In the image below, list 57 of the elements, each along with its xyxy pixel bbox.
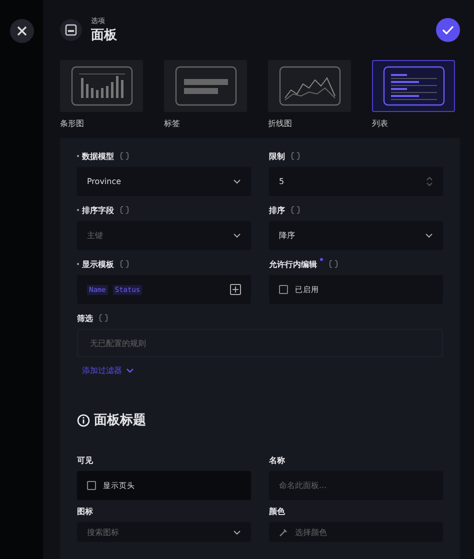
checkbox[interactable] xyxy=(279,285,288,294)
info-icon xyxy=(77,414,90,426)
label-icon xyxy=(174,66,236,106)
add-filter-link[interactable]: 添加过滤器 xyxy=(77,365,134,376)
field-label: 筛选 xyxy=(77,312,93,324)
panel-type-label: 标签 xyxy=(164,118,181,129)
variable-icon xyxy=(120,206,129,214)
section-heading: 面板标题 xyxy=(94,412,146,429)
color-field[interactable]: 选择颜色 xyxy=(269,522,443,542)
field-label: 图标 xyxy=(77,506,93,516)
variable-icon xyxy=(291,206,300,214)
header-title: 面板 xyxy=(91,27,118,44)
line-chart-icon xyxy=(278,66,340,106)
chevron-down-icon xyxy=(425,233,433,238)
field-label: 数据模型 xyxy=(82,150,114,162)
close-icon xyxy=(16,26,26,36)
field-label: 排序字段 xyxy=(82,204,114,216)
empty-rules-box: 无已配置的规则 xyxy=(77,329,443,357)
check-icon xyxy=(442,25,454,35)
add-icon xyxy=(230,284,241,295)
panel-type-label: 折线图 xyxy=(268,118,293,129)
field-label: 限制 xyxy=(269,150,285,162)
stepper-icon xyxy=(426,176,433,187)
variable-icon xyxy=(120,260,129,268)
variable-icon xyxy=(329,260,338,268)
field-label: 允许行内编辑 xyxy=(269,258,317,270)
panel-type-card[interactable] xyxy=(164,60,247,112)
field-label: 可见 xyxy=(77,454,93,466)
number-field[interactable]: 5 xyxy=(269,167,443,196)
field-label: 名称 xyxy=(269,454,285,466)
select-field[interactable]: 降序 xyxy=(269,221,443,250)
select-field[interactable]: 主键 xyxy=(77,221,251,250)
chevron-down-icon xyxy=(126,368,134,373)
variable-icon xyxy=(120,152,129,160)
chevron-down-icon xyxy=(233,233,241,238)
chevron-down-icon xyxy=(233,179,241,184)
panel-type-card[interactable] xyxy=(60,60,143,112)
panel-type-label: 列表 xyxy=(372,118,389,129)
panel-type-label: 条形图 xyxy=(60,118,85,129)
list-icon xyxy=(382,66,444,106)
select-field[interactable]: 搜索图标 xyxy=(77,522,251,542)
variable-icon xyxy=(99,314,108,322)
select-field[interactable]: Province xyxy=(77,167,251,196)
close-button[interactable] xyxy=(10,19,34,43)
chevron-down-icon xyxy=(233,530,241,534)
checkbox[interactable] xyxy=(87,481,96,490)
panel-type-card[interactable] xyxy=(268,60,351,112)
dropper-icon xyxy=(279,528,288,536)
confirm-button[interactable] xyxy=(436,18,460,42)
variable-icon xyxy=(291,152,300,160)
field-label: 显示模板 xyxy=(82,258,114,270)
panel-icon xyxy=(60,19,82,41)
panel-type-card[interactable] xyxy=(372,60,455,112)
bar-chart-icon xyxy=(70,66,132,106)
text-field[interactable]: 命名此面板... xyxy=(269,471,443,500)
field-label: 颜色 xyxy=(269,506,285,516)
field-label: 排序 xyxy=(269,204,285,216)
